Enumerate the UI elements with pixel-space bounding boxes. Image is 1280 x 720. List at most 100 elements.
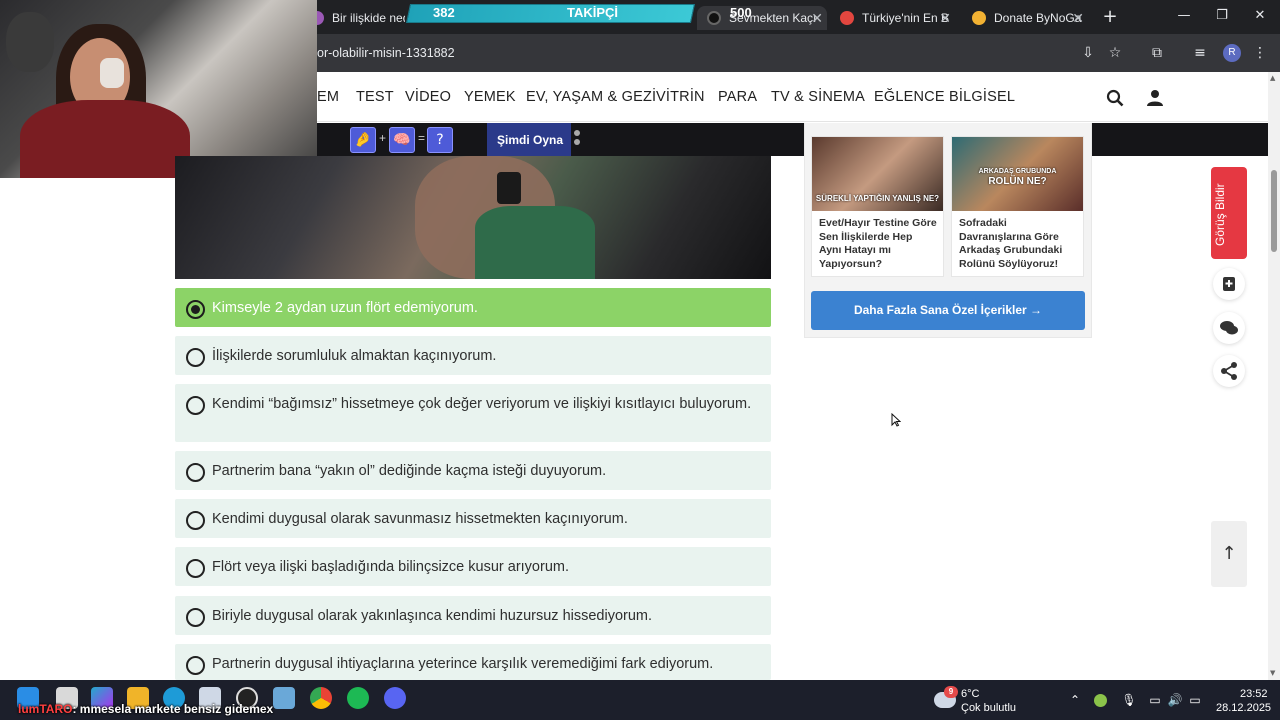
tab-2[interactable]: Sevmekten Kaçı ✕ (697, 6, 827, 30)
radio-icon[interactable] (186, 656, 205, 675)
comments-icon[interactable] (1213, 312, 1245, 344)
favicon-icon (840, 11, 854, 25)
new-tab-button[interactable]: + (1100, 6, 1120, 28)
nav-item[interactable]: EĞLENCE (874, 89, 945, 105)
tab-1-label: Bir ilişkide neden (332, 11, 405, 25)
scroll-up-icon[interactable]: ▲ (1270, 74, 1275, 82)
thumbnail-caption: SÜREKLİ YAPTIĞIN YANLIŞ NE? (815, 194, 940, 203)
plus-sign: + (379, 131, 387, 145)
volume-icon[interactable]: 🔊 (1167, 692, 1183, 708)
stream-chat-message: lumTARO: mmesela markete bensiz gidemex (18, 702, 273, 718)
radio-icon[interactable] (186, 463, 205, 482)
search-icon[interactable] (1106, 89, 1124, 107)
recommendation-card[interactable]: ARKADAŞ GRUBUNDA ROLÜN NE? Sofradaki Dav… (951, 136, 1084, 277)
tray-chevron-icon[interactable]: ⌃ (1067, 692, 1083, 708)
clock-date[interactable]: 28.12.2025 (1216, 702, 1271, 714)
bookmark-star-icon[interactable]: ☆ (1105, 43, 1125, 63)
card-thumbnail: ARKADAŞ GRUBUNDA ROLÜN NE? (952, 137, 1083, 211)
nav-item[interactable]: VİDEO (405, 89, 451, 105)
media-icon[interactable]: ≡ (1190, 43, 1210, 63)
radio-icon[interactable] (186, 608, 205, 627)
app-icon[interactable] (273, 687, 295, 709)
quiz-option-label: Kimseyle 2 aydan uzun flört edemiyorum. (212, 300, 478, 316)
play-now-label[interactable]: Şimdi Oyna (497, 133, 563, 147)
quiz-option[interactable]: Kendimi duygusal olarak savunmasız hisse… (175, 499, 771, 538)
quiz-image (175, 156, 771, 279)
chat-username: lumTARO (18, 702, 73, 716)
headset-icon (100, 58, 124, 88)
radio-icon[interactable] (186, 511, 205, 530)
nav-item[interactable]: PARA (718, 89, 757, 105)
feedback-label[interactable]: Görüş Bildir (1213, 156, 1233, 246)
quiz-option[interactable]: Flört veya ilişki başladığında bilinçsiz… (175, 547, 771, 586)
nav-item[interactable]: EM (317, 89, 339, 105)
quiz-option[interactable]: Biriyle duygusal olarak yakınlaşınca ken… (175, 596, 771, 635)
card-title[interactable]: Sofradaki Davranışlarına Göre Arkadaş Gr… (959, 217, 1077, 271)
chrome-icon[interactable] (310, 687, 332, 709)
network-icon[interactable]: ▭ (1147, 692, 1163, 708)
quiz-option[interactable]: Partnerim bana “yakın ol” dediğinde kaçm… (175, 451, 771, 490)
page-scrollbar[interactable] (1268, 72, 1280, 680)
quiz-option-label: İlişkilerde sorumluluk almaktan kaçınıyo… (212, 348, 497, 364)
scrollbar-thumb[interactable] (1271, 170, 1277, 252)
user-icon[interactable] (1146, 89, 1164, 107)
profile-avatar[interactable]: R (1223, 44, 1241, 62)
tab-1[interactable]: Bir ilişkide neden (310, 6, 405, 30)
more-content-button[interactable]: Daha Fazla Sana Özel İçerikler → (811, 291, 1085, 330)
minimize-icon[interactable]: — (1174, 8, 1194, 26)
radio-icon[interactable] (186, 348, 205, 367)
radio-selected-icon[interactable] (186, 300, 205, 319)
unknown-tile: ? (427, 127, 453, 153)
scroll-to-top-button[interactable]: ↑ (1211, 521, 1247, 587)
tray-app-icon[interactable] (1094, 694, 1107, 707)
nav-item[interactable]: BİLGİSEL (949, 89, 1015, 105)
quiz-option[interactable]: Partnerin duygusal ihtiyaçlarına yeterin… (175, 644, 771, 680)
close-tab-icon[interactable]: ✕ (939, 10, 951, 27)
discord-icon[interactable] (384, 687, 406, 709)
share-icon[interactable] (1213, 355, 1245, 387)
follower-count: 382 (433, 5, 455, 20)
quiz-option-label: Biriyle duygusal olarak yakınlaşınca ken… (212, 608, 653, 624)
nav-item[interactable]: VİTRİN (656, 89, 705, 105)
quiz-option-label: Kendimi duygusal olarak savunmasız hisse… (212, 511, 628, 527)
extensions-icon[interactable]: ⧉ (1147, 43, 1167, 63)
scroll-down-icon[interactable]: ▼ (1270, 669, 1275, 677)
recommendation-card[interactable]: SÜREKLİ YAPTIĞIN YANLIŞ NE? Evet/Hayır T… (811, 136, 944, 277)
plush-toy (6, 12, 54, 72)
restore-icon[interactable]: ❐ (1212, 8, 1232, 26)
menu-icon[interactable]: ⋮ (1250, 43, 1270, 63)
nav-item[interactable]: TEST (356, 89, 394, 105)
radio-icon[interactable] (186, 396, 205, 415)
weather-temperature[interactable]: 6°C (961, 688, 979, 700)
tab-4-label: Donate ByNoGa (994, 11, 1082, 25)
add-note-icon[interactable] (1213, 268, 1245, 300)
nav-item[interactable]: EV, YAŞAM & GEZİ (526, 89, 656, 105)
nav-item[interactable]: TV & SİNEMA (771, 89, 865, 105)
quiz-option-label: Kendimi “bağımsız” hissetmeye çok değer … (212, 396, 752, 412)
microphone-icon[interactable]: 🎙 (1121, 692, 1137, 708)
close-tab-icon[interactable]: ✕ (811, 10, 823, 27)
radio-icon[interactable] (186, 559, 205, 578)
emoji-tile: 🧠 (389, 127, 415, 153)
quiz-option[interactable]: İlişkilerde sorumluluk almaktan kaçınıyo… (175, 336, 771, 375)
quiz-option[interactable]: Kendimi “bağımsız” hissetmeye çok değer … (175, 384, 771, 442)
tab-3[interactable]: Türkiye'nin En B ✕ (830, 6, 955, 30)
clock-time[interactable]: 23:52 (1240, 688, 1268, 700)
streamer-webcam (0, 0, 317, 178)
tab-4[interactable]: Donate ByNoGa ✕ (962, 6, 1088, 30)
quiz-option[interactable]: Kimseyle 2 aydan uzun flört edemiyorum. (175, 288, 771, 327)
emoji-tile: 🤌 (350, 127, 376, 153)
url-text[interactable]: or-olabilir-misin-1331882 (317, 46, 455, 60)
site-navigation: EM TEST VİDEO YEMEK EV, YAŞAM & GEZİ VİT… (317, 72, 1268, 122)
card-title[interactable]: Evet/Hayır Testine Göre Sen İlişkilerde … (819, 217, 937, 271)
battery-icon[interactable]: ▭ (1187, 692, 1203, 708)
nav-item[interactable]: YEMEK (464, 89, 516, 105)
close-window-icon[interactable]: ✕ (1250, 8, 1270, 26)
close-tab-icon[interactable]: ✕ (1072, 10, 1084, 27)
install-icon[interactable]: ⇩ (1078, 43, 1098, 63)
spotify-icon[interactable] (347, 687, 369, 709)
quiz-option-label: Partnerin duygusal ihtiyaçlarına yeterin… (212, 656, 714, 672)
follower-goal: 500 (730, 5, 752, 20)
weather-description[interactable]: Çok bulutlu (961, 702, 1016, 714)
carousel-dots[interactable] (572, 127, 582, 153)
